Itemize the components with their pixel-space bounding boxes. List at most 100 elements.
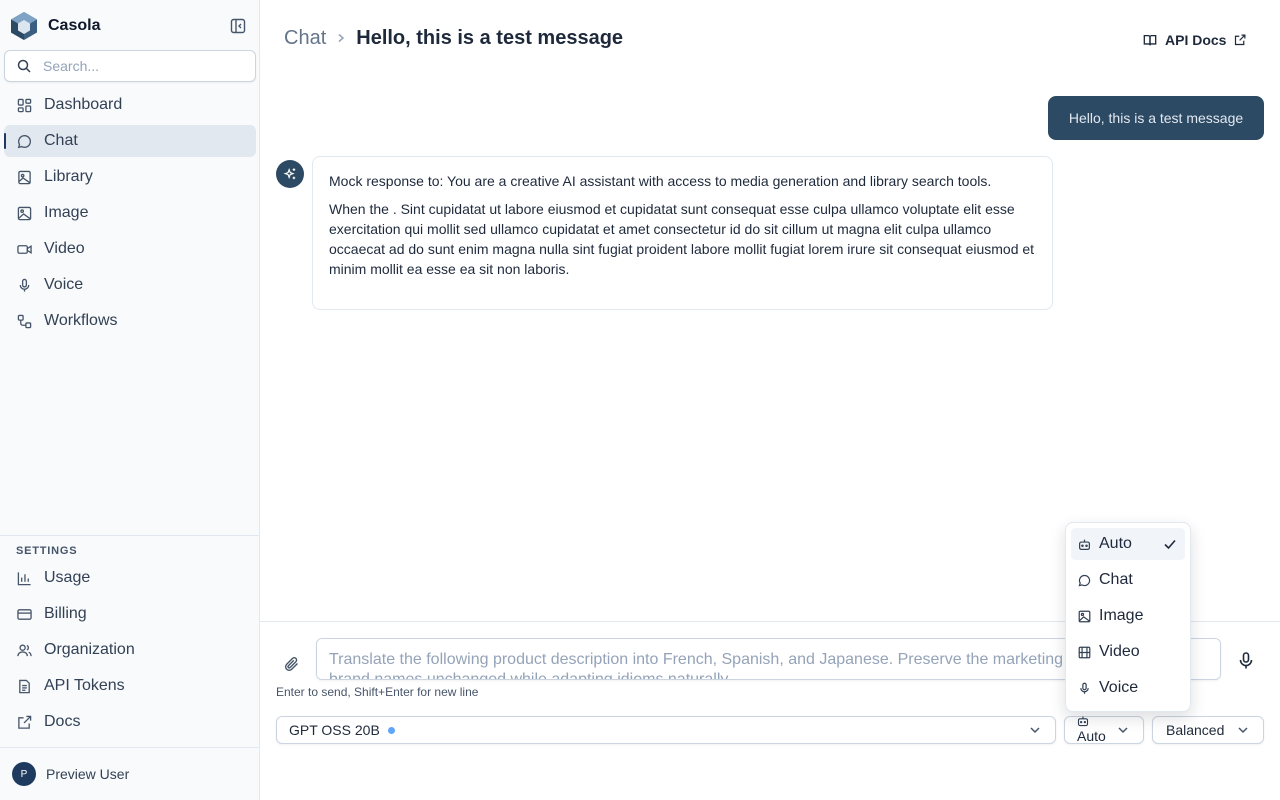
library-icon [16, 169, 32, 185]
api-docs-link[interactable]: API Docs [1143, 30, 1246, 50]
sidebar-item-label: Library [44, 168, 93, 185]
voice-input-button[interactable] [1236, 651, 1256, 671]
app-name: Casola [48, 17, 101, 34]
attach-button[interactable] [283, 655, 301, 673]
sidebar-item-label: Image [44, 204, 89, 221]
chat-icon [16, 133, 32, 149]
book-icon [1143, 34, 1157, 46]
main-nav: Dashboard Chat Library Image Video Voice… [4, 89, 256, 341]
search-box[interactable] [4, 50, 256, 82]
assistant-message: Mock response to: You are a creative AI … [312, 156, 1053, 310]
assistant-avatar [276, 160, 304, 188]
bar-chart-icon [16, 570, 32, 586]
sidebar-item-label: Workflows [44, 312, 118, 329]
sidebar-collapse-button[interactable] [228, 16, 248, 36]
sidebar-item-label: Video [44, 240, 85, 257]
sidebar-item-organization[interactable]: Organization [4, 634, 256, 666]
model-select[interactable]: GPT OSS 20B [276, 716, 1056, 744]
users-icon [16, 642, 32, 658]
sidebar-item-label: Usage [44, 569, 91, 586]
mode-select[interactable]: Auto [1064, 716, 1144, 744]
mode-option-label: Voice [1099, 679, 1139, 696]
film-icon [1078, 646, 1091, 658]
robot-icon [1079, 539, 1090, 550]
sidebar-item-docs[interactable]: Docs [4, 706, 256, 738]
message-paragraph: Mock response to: You are a creative AI … [329, 173, 992, 189]
robot-icon [1077, 716, 1089, 727]
breadcrumb-chat-link[interactable]: Chat [284, 27, 326, 50]
mode-option-auto[interactable]: Auto [1071, 528, 1185, 560]
brand[interactable]: Casola [8, 8, 100, 44]
credit-card-icon [16, 606, 32, 622]
chevron-right-icon [336, 33, 346, 43]
sidebar-item-voice[interactable]: Voice [4, 269, 256, 301]
mode-option-video[interactable]: Video [1071, 636, 1185, 668]
external-link-icon [1235, 34, 1246, 46]
sidebar-item-label: Billing [44, 605, 87, 622]
breadcrumb: Chat Hello, this is a test message [284, 26, 623, 50]
mode-option-label: Video [1099, 643, 1140, 660]
message-paragraph: When the . Sint cupidatat ut labore eius… [329, 201, 1035, 277]
sidebar-item-usage[interactable]: Usage [4, 562, 256, 594]
sidebar-item-label: Docs [44, 713, 81, 730]
mode-option-label: Auto [1099, 535, 1132, 552]
sidebar-item-library[interactable]: Library [4, 161, 256, 193]
paperclip-icon [284, 657, 298, 672]
sparkles-icon [283, 167, 296, 180]
sidebar-item-workflows[interactable]: Workflows [4, 305, 256, 337]
settings-heading: SETTINGS [16, 545, 78, 557]
chevron-down-icon [1118, 727, 1128, 734]
sidebar: Casola Dashboard Chat [0, 0, 260, 800]
api-docs-label: API Docs [1165, 32, 1227, 48]
divider [0, 535, 259, 536]
sidebar-item-chat[interactable]: Chat [4, 125, 256, 157]
user-name: Preview User [46, 766, 130, 782]
mode-menu: Auto Chat Image Video Voice [1065, 522, 1191, 712]
mode-option-voice[interactable]: Voice [1071, 672, 1185, 704]
mode-option-label: Image [1099, 607, 1144, 624]
external-link-icon [16, 714, 32, 730]
casola-logo [11, 12, 37, 40]
sidebar-item-label: API Tokens [44, 677, 125, 694]
mic-icon [1080, 682, 1089, 694]
settings-nav: Usage Billing Organization API Tokens Do… [4, 562, 256, 742]
composer-hint: Enter to send, Shift+Enter for new line [276, 685, 479, 699]
page-title: Hello, this is a test message [356, 26, 624, 49]
search-icon [17, 59, 31, 73]
document-icon [16, 678, 32, 694]
sidebar-item-image[interactable]: Image [4, 197, 256, 229]
chat-icon [1078, 574, 1091, 586]
video-icon [16, 241, 32, 257]
model-name: GPT OSS 20B [289, 722, 380, 738]
sidebar-item-label: Chat [44, 132, 78, 149]
sidebar-item-api-tokens[interactable]: API Tokens [4, 670, 256, 702]
image-icon [1078, 610, 1091, 622]
search-input[interactable] [43, 58, 233, 74]
sidebar-item-video[interactable]: Video [4, 233, 256, 265]
workflow-icon [16, 313, 32, 329]
mic-icon [1239, 652, 1253, 669]
dashboard-icon [16, 97, 32, 113]
mode-option-image[interactable]: Image [1071, 600, 1185, 632]
mode-option-label: Chat [1099, 571, 1133, 588]
sidebar-item-label: Dashboard [44, 96, 123, 113]
preset-select[interactable]: Balanced [1152, 716, 1264, 744]
mode-option-chat[interactable]: Chat [1071, 564, 1185, 596]
avatar: P [12, 762, 36, 786]
user-menu[interactable]: P Preview User [12, 762, 129, 786]
user-message: Hello, this is a test message [1048, 96, 1264, 140]
mode-label: Auto [1077, 728, 1106, 744]
mic-icon [16, 277, 32, 293]
divider [0, 747, 259, 748]
sidebar-item-label: Voice [44, 276, 84, 293]
preset-label: Balanced [1166, 722, 1225, 738]
chevron-down-icon [1030, 727, 1040, 734]
panel-left-icon [230, 18, 246, 34]
check-icon [1164, 539, 1176, 550]
sidebar-item-billing[interactable]: Billing [4, 598, 256, 630]
chevron-down-icon [1238, 727, 1248, 734]
model-status-dot [387, 726, 395, 734]
image-icon [16, 205, 32, 221]
sidebar-item-label: Organization [44, 641, 135, 658]
sidebar-item-dashboard[interactable]: Dashboard [4, 89, 256, 121]
